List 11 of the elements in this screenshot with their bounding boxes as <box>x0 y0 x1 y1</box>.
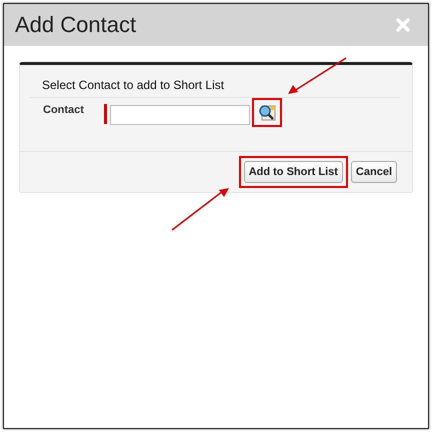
dialog-title: Add Contact <box>15 12 136 38</box>
dialog-button[interactable]: Add to Short List <box>244 161 343 183</box>
contact-input-field[interactable] <box>110 105 250 125</box>
form-heading: Select Contact to add to Short List <box>42 78 226 94</box>
close-icon[interactable] <box>396 18 410 32</box>
annotation-arrow <box>288 58 346 94</box>
annotation-arrow <box>170 188 229 230</box>
dialog-button[interactable]: Cancel <box>350 161 397 183</box>
lookup-button[interactable] <box>252 98 282 127</box>
field-label: Contact <box>43 103 85 116</box>
magnifier-icon <box>258 104 276 121</box>
